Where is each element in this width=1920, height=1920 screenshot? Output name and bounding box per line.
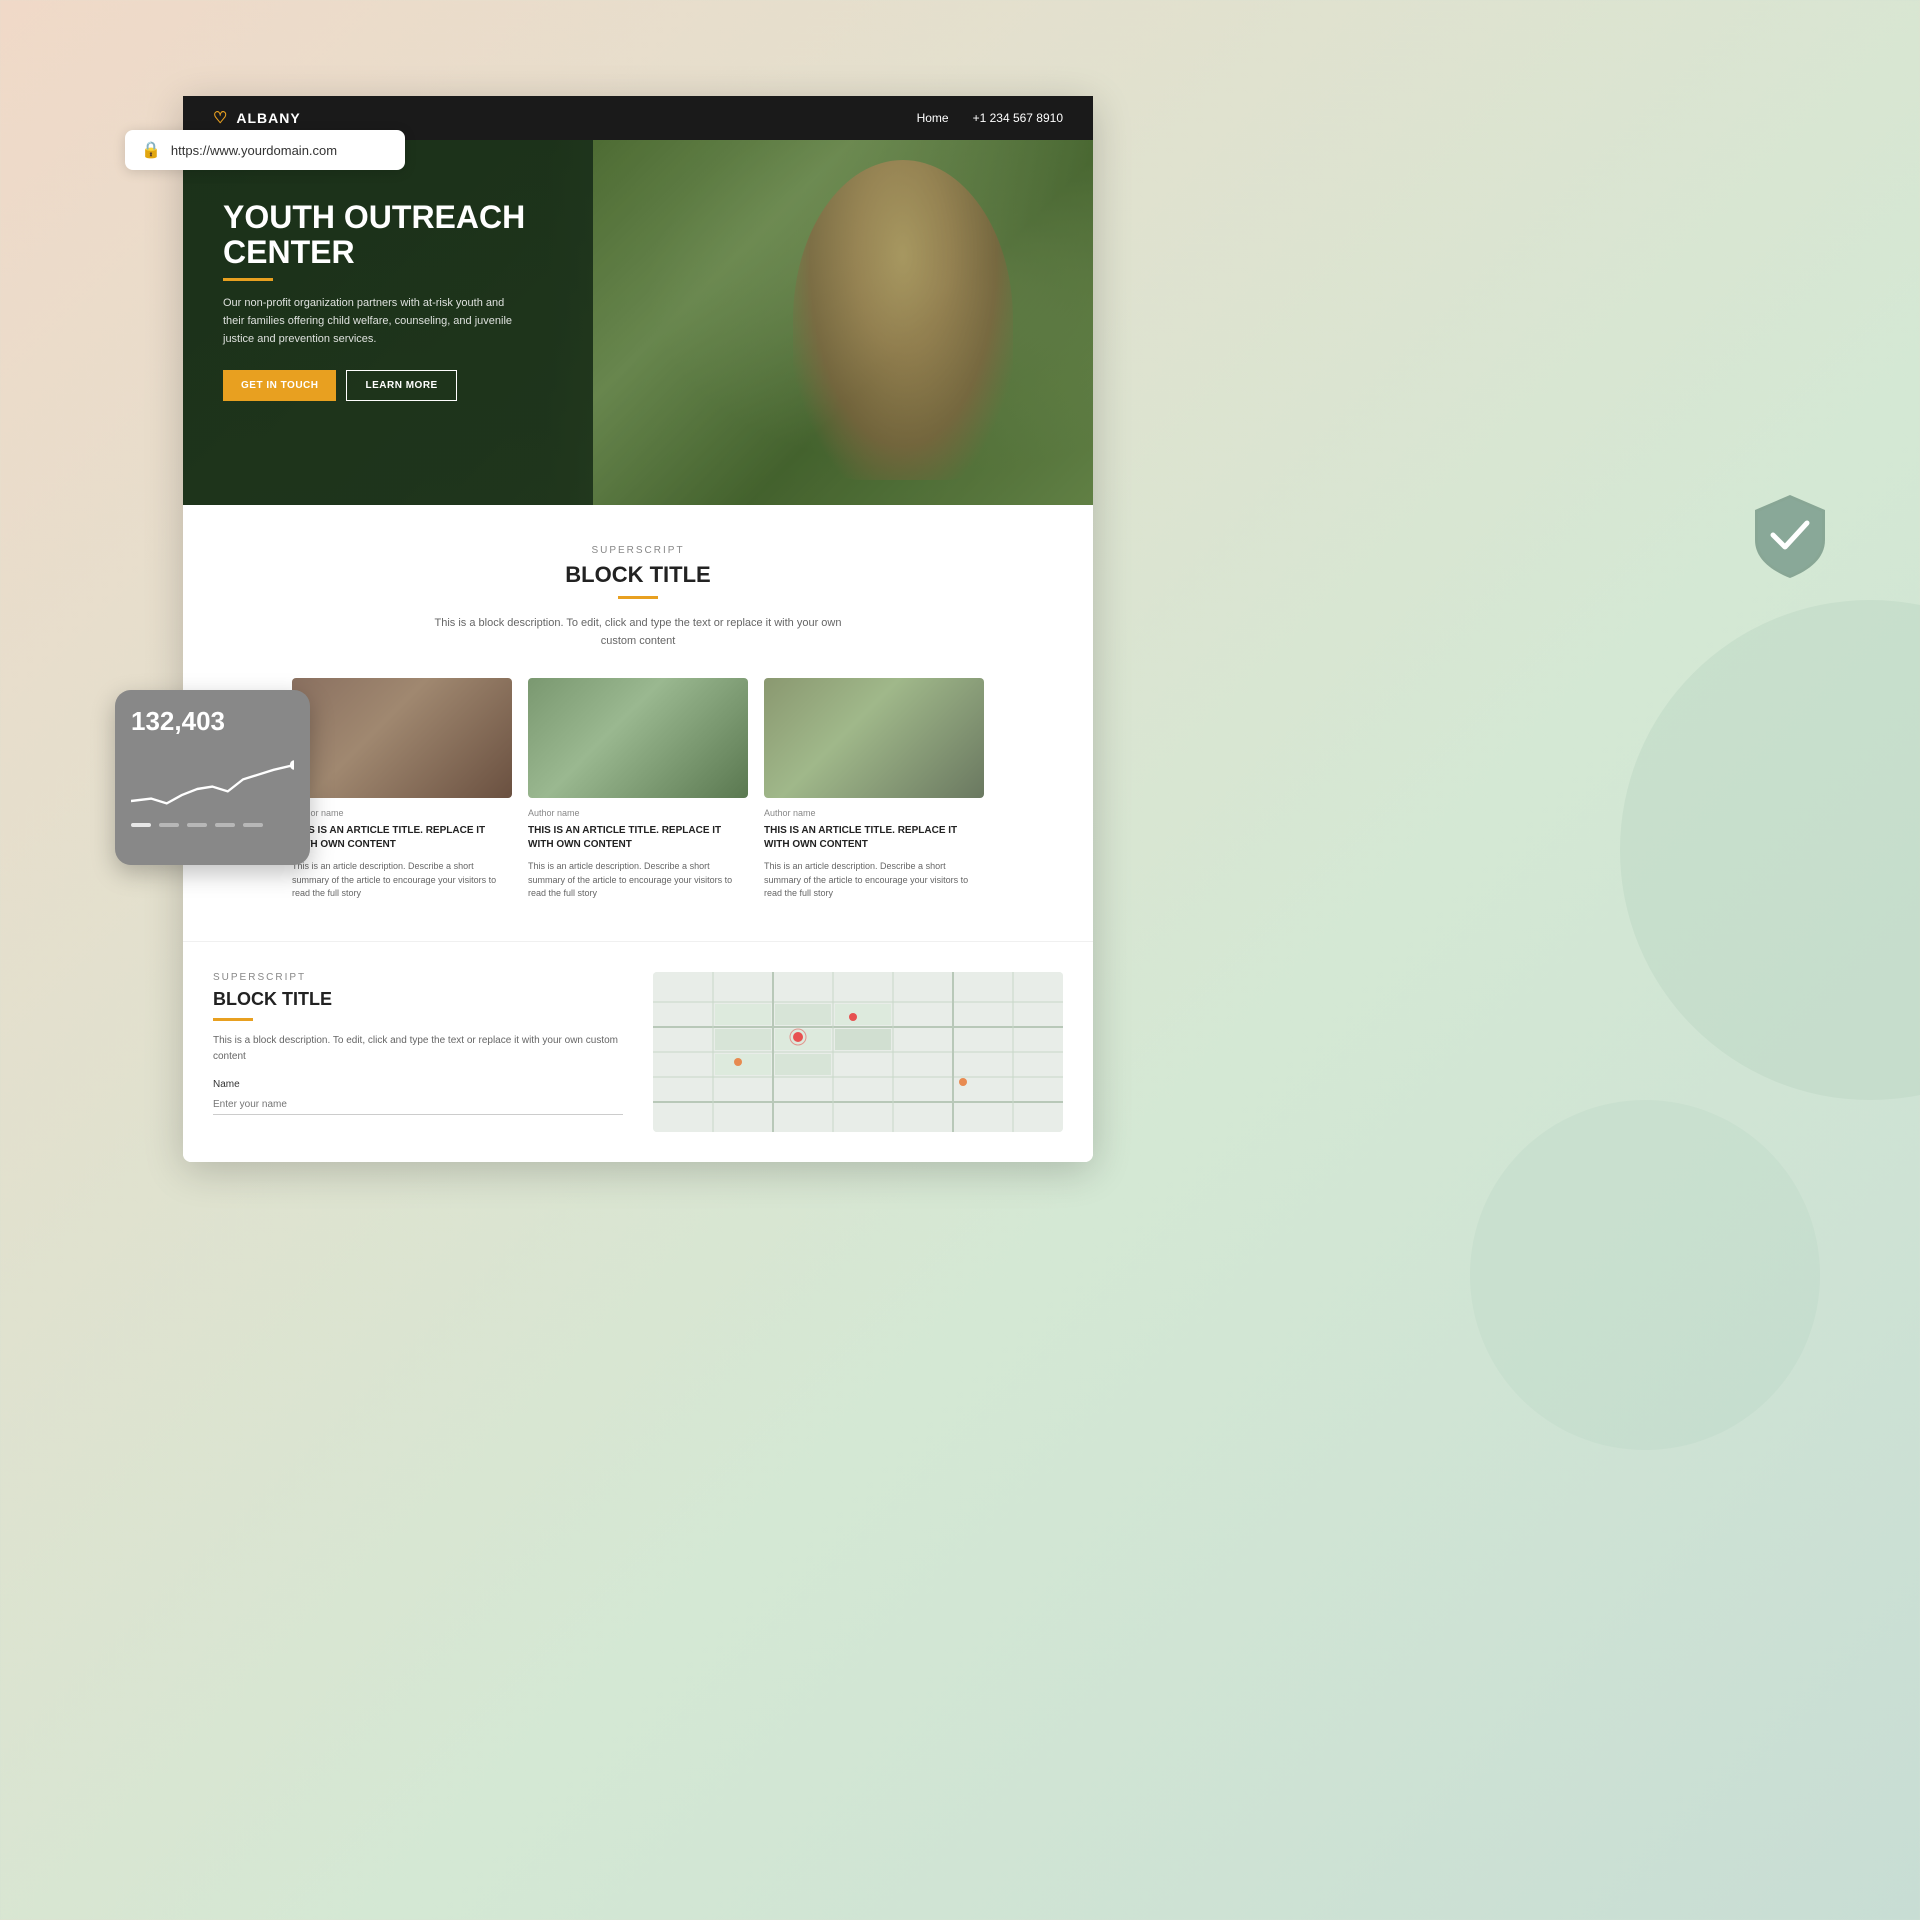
name-input[interactable] [213, 1095, 623, 1115]
bg-decoration-2 [1470, 1100, 1820, 1450]
article-desc-2: This is an article description. Describe… [528, 860, 748, 901]
article-card-1: Author name THIS IS AN ARTICLE TITLE. RE… [292, 678, 512, 901]
block-title-1: BLOCK TITLE [213, 562, 1063, 588]
name-label: Name [213, 1079, 623, 1090]
stats-dot-1 [131, 823, 151, 827]
article-desc-1: This is an article description. Describe… [292, 860, 512, 901]
article-author-2: Author name [528, 808, 748, 818]
learn-more-button[interactable]: LEARN MORE [346, 370, 456, 401]
hero-buttons: GET IN TOUCH LEARN MORE [223, 370, 644, 401]
url-text: https://www.yourdomain.com [171, 143, 337, 158]
lock-icon: 🔒 [141, 140, 161, 160]
map-area [653, 972, 1063, 1132]
article-card-3: Author name THIS IS AN ARTICLE TITLE. RE… [764, 678, 984, 901]
map-svg [653, 972, 1063, 1132]
hero-content: YOUTH OUTREACH CENTER Our non-profit org… [183, 140, 684, 461]
bottom-section: SUPERSCRIPT BLOCK TITLE This is a block … [183, 941, 1093, 1162]
website-preview: ♡ ALBANY Home +1 234 567 8910 YOUTH OUTR… [183, 96, 1093, 1162]
article-title-2: THIS IS AN ARTICLE TITLE. REPLACE IT WIT… [528, 824, 748, 852]
hero-title: YOUTH OUTREACH CENTER [223, 200, 644, 270]
stats-dot-5 [243, 823, 263, 827]
block-underline-2 [213, 1018, 253, 1021]
block-description-1: This is a block description. To edit, cl… [428, 615, 848, 650]
logo: ♡ ALBANY [213, 108, 301, 128]
article-author-3: Author name [764, 808, 984, 818]
nav-home[interactable]: Home [917, 111, 949, 125]
article-image-1 [292, 678, 512, 798]
article-image-2 [528, 678, 748, 798]
map-placeholder [653, 972, 1063, 1132]
hero-description: Our non-profit organization partners wit… [223, 295, 523, 348]
stats-dot-4 [215, 823, 235, 827]
article-author-1: Author name [292, 808, 512, 818]
block-title-2: BLOCK TITLE [213, 989, 623, 1010]
superscript-2: SUPERSCRIPT [213, 972, 623, 983]
stats-widget: 132,403 [115, 690, 310, 865]
nav-phone[interactable]: +1 234 567 8910 [973, 111, 1063, 125]
stats-dot-3 [187, 823, 207, 827]
bg-decoration-1 [1620, 600, 1920, 1100]
stats-dot-2 [159, 823, 179, 827]
stats-chart-svg [131, 753, 294, 813]
logo-heart-icon: ♡ [213, 108, 228, 128]
address-bar[interactable]: 🔒 https://www.yourdomain.com [125, 130, 405, 170]
block-section-1: SUPERSCRIPT BLOCK TITLE This is a block … [183, 505, 1093, 941]
article-image-3 [764, 678, 984, 798]
article-card-2: Author name THIS IS AN ARTICLE TITLE. RE… [528, 678, 748, 901]
article-title-1: THIS IS AN ARTICLE TITLE. REPLACE IT WIT… [292, 824, 512, 852]
stats-dots [131, 823, 294, 827]
nav-links: Home +1 234 567 8910 [917, 111, 1063, 125]
shield-icon [1745, 490, 1835, 580]
hero-section: YOUTH OUTREACH CENTER Our non-profit org… [183, 140, 1093, 505]
block-description-2: This is a block description. To edit, cl… [213, 1033, 623, 1065]
hero-person-silhouette [793, 160, 1013, 480]
stats-chart [131, 753, 294, 813]
article-desc-3: This is an article description. Describe… [764, 860, 984, 901]
article-title-3: THIS IS AN ARTICLE TITLE. REPLACE IT WIT… [764, 824, 984, 852]
contact-form-area: SUPERSCRIPT BLOCK TITLE This is a block … [213, 972, 623, 1132]
block-underline-1 [618, 596, 658, 599]
security-badge [1745, 490, 1835, 580]
stats-number: 132,403 [131, 706, 294, 737]
superscript-1: SUPERSCRIPT [213, 545, 1063, 556]
articles-grid: Author name THIS IS AN ARTICLE TITLE. RE… [213, 678, 1063, 901]
get-in-touch-button[interactable]: GET IN TOUCH [223, 370, 336, 401]
logo-text: ALBANY [236, 110, 300, 126]
hero-underline [223, 278, 273, 281]
name-field-container: Name [213, 1079, 623, 1115]
